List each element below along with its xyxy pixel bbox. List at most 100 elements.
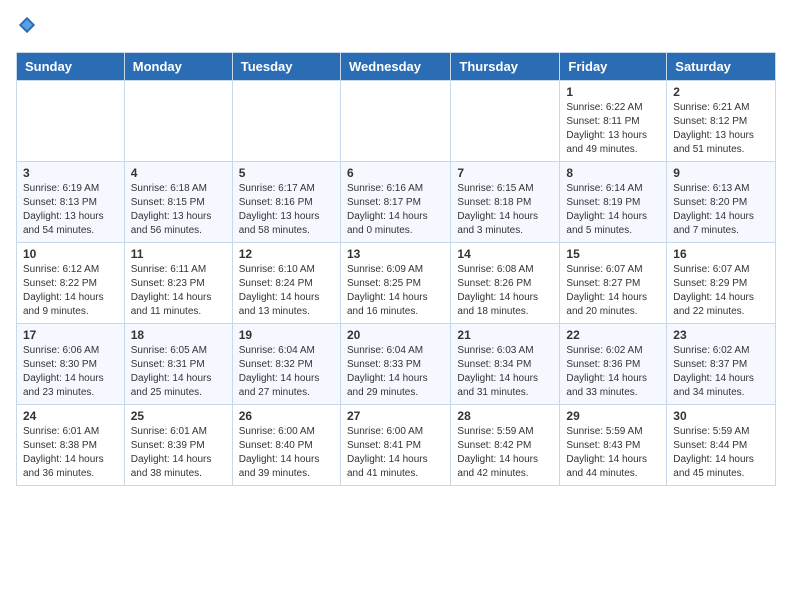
day-cell: 17 Sunrise: 6:06 AM Sunset: 8:30 PM Dayli… (17, 324, 125, 405)
day-cell: 30 Sunrise: 5:59 AM Sunset: 8:44 PM Dayli… (667, 405, 776, 486)
calendar: SundayMondayTuesdayWednesdayThursdayFrid… (16, 52, 776, 486)
day-number: 4 (131, 166, 226, 180)
day-info: Sunrise: 5:59 AM Sunset: 8:43 PM Dayligh… (566, 425, 660, 481)
day-number: 25 (131, 409, 226, 423)
day-info: Sunrise: 6:00 AM Sunset: 8:40 PM Dayligh… (239, 425, 334, 481)
day-number: 10 (23, 247, 118, 261)
day-number: 24 (23, 409, 118, 423)
day-info: Sunrise: 6:15 AM Sunset: 8:18 PM Dayligh… (457, 182, 553, 238)
day-info: Sunrise: 6:16 AM Sunset: 8:17 PM Dayligh… (347, 182, 444, 238)
day-number: 1 (566, 85, 660, 99)
day-cell: 25 Sunrise: 6:01 AM Sunset: 8:39 PM Dayli… (124, 405, 232, 486)
day-number: 22 (566, 328, 660, 342)
day-number: 19 (239, 328, 334, 342)
day-cell: 15Sunrise: 6:07 AM Sunset: 8:27 PM Dayli… (560, 243, 667, 324)
day-info: Sunrise: 6:21 AM Sunset: 8:12 PM Dayligh… (673, 101, 769, 157)
day-cell: 10 Sunrise: 6:12 AM Sunset: 8:22 PM Dayli… (17, 243, 125, 324)
day-info: Sunrise: 6:01 AM Sunset: 8:39 PM Dayligh… (131, 425, 226, 481)
day-info: Sunrise: 6:00 AM Sunset: 8:41 PM Dayligh… (347, 425, 444, 481)
day-info: Sunrise: 6:02 AM Sunset: 8:37 PM Dayligh… (673, 344, 769, 400)
day-number: 14 (457, 247, 553, 261)
day-number: 30 (673, 409, 769, 423)
day-number: 17 (23, 328, 118, 342)
day-cell: 28 Sunrise: 5:59 AM Sunset: 8:42 PM Dayli… (451, 405, 560, 486)
day-cell: 5 Sunrise: 6:17 AM Sunset: 8:16 PM Daylig… (232, 162, 340, 243)
header (16, 16, 776, 40)
day-info: Sunrise: 6:02 AM Sunset: 8:36 PM Dayligh… (566, 344, 660, 400)
day-cell: 19Sunrise: 6:04 AM Sunset: 8:32 PM Dayli… (232, 324, 340, 405)
day-number: 12 (239, 247, 334, 261)
day-info: Sunrise: 6:07 AM Sunset: 8:27 PM Dayligh… (566, 263, 660, 319)
day-cell: 4 Sunrise: 6:18 AM Sunset: 8:15 PM Daylig… (124, 162, 232, 243)
day-info: Sunrise: 5:59 AM Sunset: 8:42 PM Dayligh… (457, 425, 553, 481)
day-cell: 29Sunrise: 5:59 AM Sunset: 8:43 PM Dayli… (560, 405, 667, 486)
day-cell: 20 Sunrise: 6:04 AM Sunset: 8:33 PM Dayli… (340, 324, 450, 405)
day-cell: 11Sunrise: 6:11 AM Sunset: 8:23 PM Dayli… (124, 243, 232, 324)
day-info: Sunrise: 6:08 AM Sunset: 8:26 PM Dayligh… (457, 263, 553, 319)
weekday-header-saturday: Saturday (667, 53, 776, 81)
week-row-1: 3 Sunrise: 6:19 AM Sunset: 8:13 PM Daylig… (17, 162, 776, 243)
day-number: 26 (239, 409, 334, 423)
day-info: Sunrise: 6:03 AM Sunset: 8:34 PM Dayligh… (457, 344, 553, 400)
weekday-header-tuesday: Tuesday (232, 53, 340, 81)
day-cell: 6 Sunrise: 6:16 AM Sunset: 8:17 PM Daylig… (340, 162, 450, 243)
day-cell: 26 Sunrise: 6:00 AM Sunset: 8:40 PM Dayli… (232, 405, 340, 486)
day-info: Sunrise: 5:59 AM Sunset: 8:44 PM Dayligh… (673, 425, 769, 481)
day-number: 23 (673, 328, 769, 342)
weekday-header-monday: Monday (124, 53, 232, 81)
day-number: 2 (673, 85, 769, 99)
day-info: Sunrise: 6:14 AM Sunset: 8:19 PM Dayligh… (566, 182, 660, 238)
day-info: Sunrise: 6:19 AM Sunset: 8:13 PM Dayligh… (23, 182, 118, 238)
day-info: Sunrise: 6:07 AM Sunset: 8:29 PM Dayligh… (673, 263, 769, 319)
day-number: 7 (457, 166, 553, 180)
day-number: 5 (239, 166, 334, 180)
day-cell: 12 Sunrise: 6:10 AM Sunset: 8:24 PM Dayli… (232, 243, 340, 324)
day-info: Sunrise: 6:06 AM Sunset: 8:30 PM Dayligh… (23, 344, 118, 400)
day-info: Sunrise: 6:05 AM Sunset: 8:31 PM Dayligh… (131, 344, 226, 400)
week-row-4: 24 Sunrise: 6:01 AM Sunset: 8:38 PM Dayli… (17, 405, 776, 486)
weekday-header-wednesday: Wednesday (340, 53, 450, 81)
day-info: Sunrise: 6:09 AM Sunset: 8:25 PM Dayligh… (347, 263, 444, 319)
day-cell: 1Sunrise: 6:22 AM Sunset: 8:11 PM Daylig… (560, 81, 667, 162)
weekday-header-friday: Friday (560, 53, 667, 81)
day-cell: 8Sunrise: 6:14 AM Sunset: 8:19 PM Daylig… (560, 162, 667, 243)
week-row-2: 10 Sunrise: 6:12 AM Sunset: 8:22 PM Dayli… (17, 243, 776, 324)
day-cell: 16 Sunrise: 6:07 AM Sunset: 8:29 PM Dayli… (667, 243, 776, 324)
weekday-header-row: SundayMondayTuesdayWednesdayThursdayFrid… (17, 53, 776, 81)
logo-icon (18, 16, 36, 34)
day-number: 28 (457, 409, 553, 423)
day-info: Sunrise: 6:01 AM Sunset: 8:38 PM Dayligh… (23, 425, 118, 481)
day-number: 21 (457, 328, 553, 342)
day-info: Sunrise: 6:18 AM Sunset: 8:15 PM Dayligh… (131, 182, 226, 238)
day-cell (124, 81, 232, 162)
day-number: 13 (347, 247, 444, 261)
day-cell: 21 Sunrise: 6:03 AM Sunset: 8:34 PM Dayli… (451, 324, 560, 405)
day-cell (451, 81, 560, 162)
week-row-3: 17 Sunrise: 6:06 AM Sunset: 8:30 PM Dayli… (17, 324, 776, 405)
day-info: Sunrise: 6:17 AM Sunset: 8:16 PM Dayligh… (239, 182, 334, 238)
day-cell: 24 Sunrise: 6:01 AM Sunset: 8:38 PM Dayli… (17, 405, 125, 486)
day-cell (232, 81, 340, 162)
day-number: 20 (347, 328, 444, 342)
day-cell (17, 81, 125, 162)
day-cell: 2 Sunrise: 6:21 AM Sunset: 8:12 PM Daylig… (667, 81, 776, 162)
day-number: 9 (673, 166, 769, 180)
day-number: 18 (131, 328, 226, 342)
day-info: Sunrise: 6:12 AM Sunset: 8:22 PM Dayligh… (23, 263, 118, 319)
logo (16, 16, 40, 40)
day-number: 3 (23, 166, 118, 180)
day-cell: 18 Sunrise: 6:05 AM Sunset: 8:31 PM Dayli… (124, 324, 232, 405)
day-cell (340, 81, 450, 162)
day-info: Sunrise: 6:10 AM Sunset: 8:24 PM Dayligh… (239, 263, 334, 319)
day-number: 16 (673, 247, 769, 261)
day-number: 6 (347, 166, 444, 180)
day-info: Sunrise: 6:11 AM Sunset: 8:23 PM Dayligh… (131, 263, 226, 319)
day-cell: 23 Sunrise: 6:02 AM Sunset: 8:37 PM Dayli… (667, 324, 776, 405)
day-info: Sunrise: 6:13 AM Sunset: 8:20 PM Dayligh… (673, 182, 769, 238)
day-number: 27 (347, 409, 444, 423)
day-info: Sunrise: 6:04 AM Sunset: 8:33 PM Dayligh… (347, 344, 444, 400)
day-cell: 27 Sunrise: 6:00 AM Sunset: 8:41 PM Dayli… (340, 405, 450, 486)
day-cell: 14 Sunrise: 6:08 AM Sunset: 8:26 PM Dayli… (451, 243, 560, 324)
day-cell: 3 Sunrise: 6:19 AM Sunset: 8:13 PM Daylig… (17, 162, 125, 243)
day-cell: 7 Sunrise: 6:15 AM Sunset: 8:18 PM Daylig… (451, 162, 560, 243)
